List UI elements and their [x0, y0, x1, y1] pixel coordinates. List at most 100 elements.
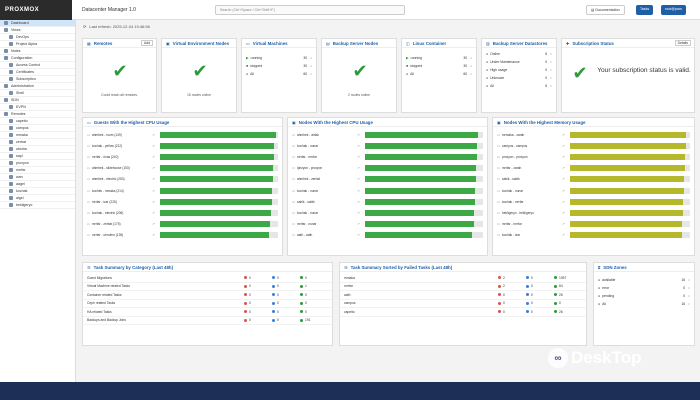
status-row[interactable]: ▶ running 30 ⌕ [242, 54, 316, 62]
chart-row[interactable]: ▭ ahmbek - slidehouse (153) ↗ [83, 163, 282, 174]
task-count[interactable]: 191 [300, 318, 328, 322]
sidebar-item[interactable]: Project Alpha [0, 41, 75, 48]
sidebar-item[interactable]: proxyon [0, 160, 75, 167]
external-link-icon[interactable]: ↗ [357, 211, 365, 215]
task-count[interactable]: 1997 [554, 276, 582, 280]
chart-row[interactable]: ▭ ahmbek - zerbat ↗ [288, 174, 487, 185]
task-count[interactable]: 26 [554, 293, 582, 297]
refresh-icon[interactable]: ⟳ [83, 24, 86, 29]
sidebar-item[interactable]: SDN [0, 97, 75, 104]
sidebar-item[interactable]: algei [0, 195, 75, 202]
external-link-icon[interactable]: ↗ [152, 155, 160, 159]
task-count[interactable]: 0 [244, 293, 272, 297]
chart-row[interactable]: ▭ mrrfar - ubrolem (135) ↗ [83, 230, 282, 241]
chart-row[interactable]: ▭ ipisryon - proxyon ↗ [288, 163, 487, 174]
search-icon[interactable]: ⌕ [550, 68, 552, 72]
search-icon[interactable]: ⌕ [688, 294, 690, 298]
external-link-icon[interactable]: ↗ [357, 189, 365, 193]
status-row[interactable]: ● pending 0 ⌕ [594, 292, 694, 300]
sidebar-item[interactable]: Access Control [0, 62, 75, 69]
chart-row[interactable]: ▭ kochek - mmaka (214) ↗ [83, 185, 282, 196]
search-icon[interactable]: ⌕ [688, 278, 690, 282]
chart-row[interactable]: ▭ aath - aath ↗ [288, 230, 487, 241]
external-link-icon[interactable]: ↗ [152, 177, 160, 181]
chart-row[interactable]: ▭ ahmbek - electric (253) ↗ [83, 174, 282, 185]
documentation-button[interactable]: ▤ Documentation [586, 5, 625, 15]
chart-row[interactable]: ▭ ahmbek - room (149) ↗ [83, 129, 282, 140]
search-icon[interactable]: ⌕ [550, 60, 552, 64]
task-row[interactable]: aath 0 0 26 [340, 291, 586, 300]
task-count[interactable]: 0 [244, 284, 272, 288]
sidebar-item[interactable]: Remotes [0, 111, 75, 118]
task-count[interactable]: 0 [526, 293, 554, 297]
chart-row[interactable]: ▭ kochak - nunar ↗ [288, 207, 487, 218]
chart-row[interactable]: ▭ kochak - yellow (212) ↗ [83, 140, 282, 151]
sidebar-item[interactable]: sapi [0, 153, 75, 160]
user-menu-button[interactable]: root@pam [661, 5, 686, 15]
chart-row[interactable]: ▭ mrrfar - rivas (240) ↗ [83, 151, 282, 162]
task-count[interactable]: 0 [300, 310, 328, 314]
task-row[interactable]: Guest Migrations 0 0 0 [83, 274, 332, 283]
task-row[interactable]: campus 0 0 0 [340, 300, 586, 308]
task-count[interactable]: 0 [244, 310, 272, 314]
add-remote-button[interactable]: Add [140, 40, 153, 46]
search-input[interactable]: Search (Ctrl+Space / Ctrl+Shift+F) [215, 5, 405, 15]
status-row[interactable]: ● available 16 ⌕ [594, 276, 694, 284]
sidebar-item[interactable]: bekligeryo [0, 202, 75, 209]
sidebar-item[interactable]: Configuration [0, 55, 75, 62]
status-row[interactable]: ● Under Maintenance 0 ⌕ [482, 58, 556, 66]
status-row[interactable]: ● High usage 0 ⌕ [482, 66, 556, 74]
task-row[interactable]: Container related Tasks 0 0 0 [83, 291, 332, 300]
task-count[interactable]: 0 [272, 301, 300, 305]
task-row[interactable]: mrrfar 2 0 84 [340, 283, 586, 291]
task-count[interactable]: 0 [244, 318, 272, 322]
task-row[interactable]: Ceph related Tasks 0 0 0 [83, 300, 332, 308]
external-link-icon[interactable]: ↗ [152, 133, 160, 137]
chart-row[interactable]: ▭ ahmbek - ahlak ↗ [288, 129, 487, 140]
task-count[interactable]: 0 [498, 310, 526, 314]
task-count[interactable]: 26 [554, 310, 582, 314]
chart-row[interactable]: ▭ kochak - nunar ↗ [288, 140, 487, 151]
task-count[interactable]: 0 [244, 276, 272, 280]
external-link-icon[interactable]: ↗ [562, 177, 570, 181]
task-count[interactable]: 84 [554, 284, 582, 288]
status-row[interactable]: ● Online 6 ⌕ [482, 50, 556, 58]
task-count[interactable]: 0 [244, 301, 272, 305]
chart-row[interactable]: ▭ kochak - nunar ↗ [493, 185, 694, 196]
task-count[interactable]: 0 [272, 318, 300, 322]
status-row[interactable]: ■ stopped 30 ⌕ [402, 62, 476, 70]
external-link-icon[interactable]: ↗ [562, 200, 570, 204]
chart-row[interactable]: ▭ mrrfar - nunar ↗ [288, 219, 487, 230]
chart-row[interactable]: ▭ mrrfar - mrrfar ↗ [288, 151, 487, 162]
external-link-icon[interactable]: ↗ [357, 177, 365, 181]
task-count[interactable]: 1 [300, 284, 328, 288]
chart-row[interactable]: ▭ mrrfar - izar (225) ↗ [83, 196, 282, 207]
search-icon[interactable]: ⌕ [470, 72, 472, 76]
sidebar-item[interactable]: DevOps [0, 34, 75, 41]
chart-row[interactable]: ▭ kochak - izar ↗ [493, 230, 694, 241]
task-row[interactable]: capeito 0 0 26 [340, 308, 586, 317]
status-row[interactable]: ● All 60 ⌕ [242, 70, 316, 78]
task-row[interactable]: HA related Tasks 0 0 0 [83, 308, 332, 317]
task-count[interactable]: 0 [498, 293, 526, 297]
task-count[interactable]: 0 [272, 284, 300, 288]
task-count[interactable]: 0 [526, 301, 554, 305]
search-icon[interactable]: ⌕ [310, 72, 312, 76]
chart-row[interactable]: ▭ mrrfar - zerbat (175) ↗ [83, 219, 282, 230]
status-row[interactable]: ● error 0 ⌕ [594, 284, 694, 292]
status-row[interactable]: ● All 60 ⌕ [402, 70, 476, 78]
search-icon[interactable]: ⌕ [310, 56, 312, 60]
external-link-icon[interactable]: ↗ [562, 166, 570, 170]
external-link-icon[interactable]: ↗ [357, 144, 365, 148]
external-link-icon[interactable]: ↗ [152, 222, 160, 226]
task-count[interactable]: 0 [272, 310, 300, 314]
sidebar-item[interactable]: mrrfar [0, 167, 75, 174]
status-row[interactable]: ■ stopped 30 ⌕ [242, 62, 316, 70]
external-link-icon[interactable]: ↗ [562, 211, 570, 215]
search-icon[interactable]: ⌕ [688, 302, 690, 306]
task-count[interactable]: 0 [526, 310, 554, 314]
external-link-icon[interactable]: ↗ [562, 144, 570, 148]
external-link-icon[interactable]: ↗ [357, 233, 365, 237]
task-count[interactable]: 0 [272, 276, 300, 280]
status-row[interactable]: ▶ running 30 ⌕ [402, 54, 476, 62]
